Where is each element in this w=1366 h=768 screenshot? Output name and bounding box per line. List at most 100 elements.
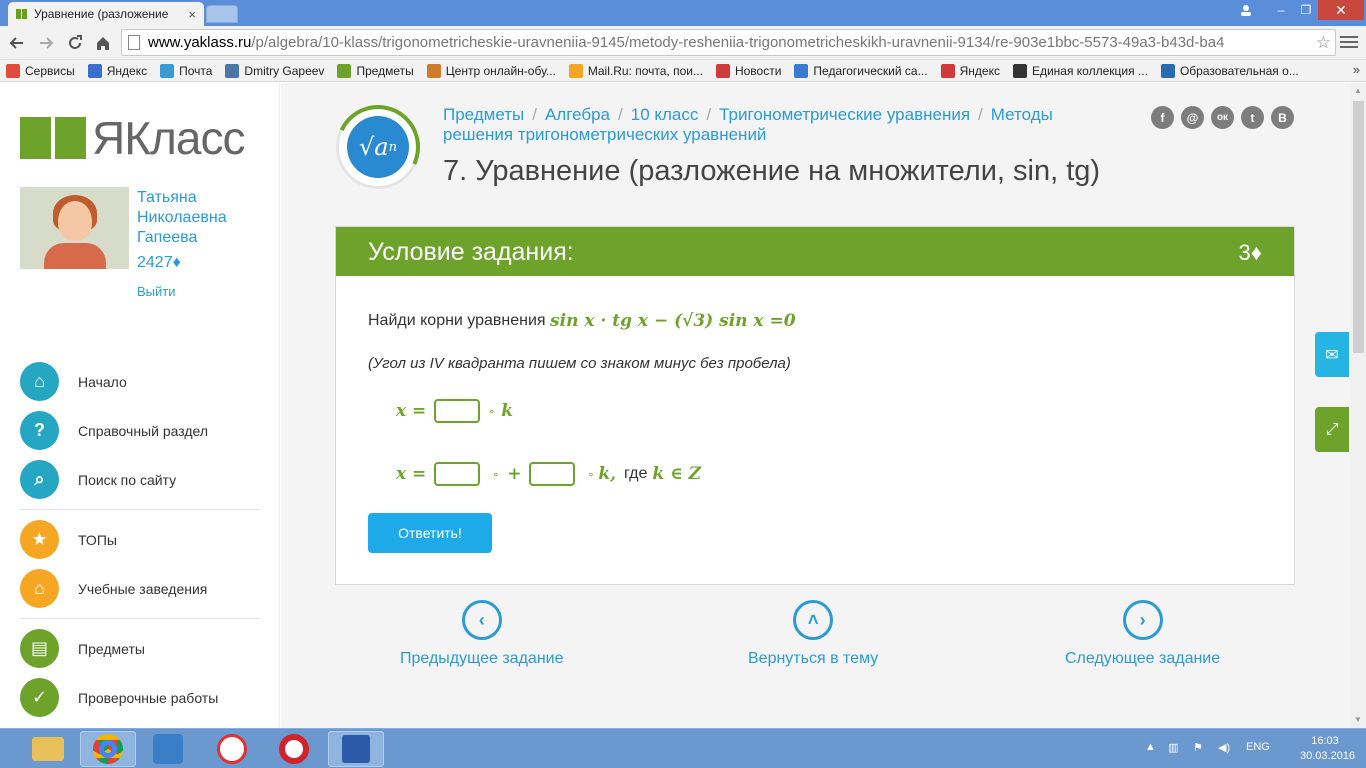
system-clock[interactable]: 16:03 30.03.2016 (1300, 734, 1355, 764)
next-task-link[interactable]: › Следующее задание (1065, 600, 1220, 668)
bookmark-label: Педагогический са... (813, 63, 928, 78)
sidebar-item-home[interactable]: ⌂ Начало (20, 362, 127, 401)
bookmark-item[interactable]: Педагогический са... (794, 63, 928, 78)
back-to-topic-link[interactable]: ˄ Вернуться в тему (748, 600, 878, 668)
logout-link[interactable]: Выйти (137, 284, 176, 299)
bookmark-label: Яндекс (106, 63, 148, 78)
sound-taskbar-button[interactable] (140, 731, 196, 767)
previous-task-link[interactable]: ‹ Предыдущее задание (400, 600, 563, 668)
vk-icon[interactable]: В (1271, 106, 1294, 129)
task-card: Условие задания: 3♦ Найди корни уравнени… (335, 226, 1295, 585)
breadcrumb-item[interactable]: Алгебра (545, 105, 610, 124)
bookmark-item[interactable]: Яндекс (87, 63, 148, 78)
user-name[interactable]: Татьяна Николаевна Гапеева (137, 188, 257, 248)
url-path: /p/algebra/10-klass/trigonometricheskie-… (251, 34, 1225, 51)
answer-input-3[interactable] (529, 462, 576, 486)
bookmark-label: Почта (179, 63, 213, 78)
sidebar-item-subjects[interactable]: ▤ Предметы (20, 629, 145, 668)
breadcrumb-item[interactable]: Тригонометрические уравнения (719, 105, 970, 124)
bookmark-label: Сервисы (25, 63, 75, 78)
browser-menu-icon[interactable] (1340, 32, 1358, 52)
answer-tail: k (501, 401, 513, 421)
tray-expand-icon[interactable]: ▲ (1145, 741, 1156, 753)
chrome-taskbar-button[interactable] (80, 731, 136, 767)
bookmarks-overflow-icon[interactable]: » (1353, 62, 1360, 77)
bookmark-favicon-icon (160, 63, 175, 78)
explorer-taskbar-button[interactable] (20, 731, 76, 767)
new-tab-button[interactable] (206, 5, 238, 23)
close-window-button[interactable]: ✕ (1318, 0, 1364, 20)
opera-icon (279, 734, 309, 764)
speaker-icon (153, 734, 183, 764)
bookmark-item[interactable]: Новости (715, 63, 781, 78)
sidebar-item-institutions[interactable]: ⌂ Учебные заведения (20, 569, 207, 608)
sidebar-item-tests[interactable]: ✓ Проверочные работы (20, 678, 218, 717)
degree-symbol: ∘ (492, 468, 500, 481)
maximize-button[interactable]: ❐ (1294, 0, 1318, 20)
facebook-icon[interactable]: f (1151, 106, 1174, 129)
breadcrumb-item[interactable]: Предметы (443, 105, 524, 124)
scroll-up-icon[interactable]: ▲ (1354, 86, 1362, 95)
bookmark-item[interactable]: Mail.Ru: почта, пои... (568, 63, 703, 78)
reload-icon[interactable] (64, 32, 86, 54)
bookmark-label: Единая коллекция ... (1031, 63, 1148, 78)
flag-icon[interactable]: ⚑ (1193, 741, 1203, 754)
submit-answer-button[interactable]: Ответить! (368, 513, 492, 553)
scrollbar-thumb[interactable] (1353, 101, 1364, 353)
answer-input-2[interactable] (434, 462, 481, 486)
forward-arrow-icon[interactable] (35, 32, 57, 54)
sidebar-item-search[interactable]: ⌕ Поиск по сайту (20, 460, 176, 499)
bookmark-item[interactable]: Сервисы (6, 63, 75, 78)
fullscreen-tab[interactable]: ⤢ (1315, 407, 1349, 452)
home-icon[interactable] (92, 32, 114, 54)
answer-input-1[interactable] (434, 399, 481, 423)
bookmark-item[interactable]: Центр онлайн-обу... (426, 63, 556, 78)
bookmark-favicon-icon (940, 63, 955, 78)
bookmark-item[interactable]: Образовательная о... (1160, 63, 1299, 78)
clock-time: 16:03 (1311, 735, 1339, 747)
bookmark-favicon-icon (794, 63, 809, 78)
scroll-down-icon[interactable]: ▼ (1354, 715, 1362, 724)
bookmark-favicon-icon (715, 63, 730, 78)
odnoklassniki-icon[interactable]: ок (1211, 106, 1234, 129)
browser-titlebar: Уравнение (разложение × – ❐ ✕ (0, 0, 1366, 26)
breadcrumb-item[interactable]: 10 класс (631, 105, 699, 124)
bookmark-item[interactable]: Единая коллекция ... (1012, 63, 1148, 78)
address-bar[interactable]: www.yaklass.ru/p/algebra/10-klass/trigon… (121, 29, 1336, 56)
network-icon[interactable]: ▥ (1168, 741, 1178, 754)
sidebar-item-help[interactable]: ? Справочный раздел (20, 411, 208, 450)
yandex-browser-taskbar-button[interactable] (204, 731, 260, 767)
bookmark-favicon-icon (225, 63, 240, 78)
avatar[interactable] (20, 187, 129, 269)
tab-title: Уравнение (разложение (34, 7, 169, 21)
chevron-left-icon: ‹ (461, 600, 502, 640)
tab-close-icon[interactable]: × (188, 7, 196, 22)
minimize-button[interactable]: – (1268, 0, 1294, 20)
browser-tab[interactable]: Уравнение (разложение × (8, 2, 204, 26)
sidebar-item-tops[interactable]: ★ ТОПы (20, 520, 117, 559)
bookmark-item[interactable]: Предметы (337, 63, 414, 78)
language-indicator[interactable]: ENG (1246, 741, 1270, 753)
chrome-icon (93, 734, 123, 764)
back-arrow-icon[interactable] (6, 32, 28, 54)
mailru-icon[interactable]: @ (1181, 106, 1204, 129)
answer-lhs: x = (396, 464, 427, 484)
opera-taskbar-button[interactable] (266, 731, 322, 767)
volume-icon[interactable]: ◀) (1218, 741, 1230, 754)
logo-text: ЯКласс (92, 112, 245, 164)
twitter-icon[interactable]: t (1241, 106, 1264, 129)
user-profile-icon[interactable] (1234, 0, 1258, 20)
word-taskbar-button[interactable] (328, 731, 384, 767)
bookmark-star-icon[interactable]: ☆ (1311, 33, 1331, 53)
bookmark-item[interactable]: Яндекс (940, 63, 1000, 78)
integer-condition: k ∈ Z (652, 464, 702, 484)
bookmark-item[interactable]: Почта (160, 63, 213, 78)
yaklass-logo[interactable]: ЯКласс (20, 111, 245, 165)
book-logo-icon (20, 115, 86, 161)
page-scrollbar[interactable]: ▲ ▼ (1351, 83, 1366, 728)
url-host: www.yaklass.ru (148, 34, 252, 51)
browser-toolbar: www.yaklass.ru/p/algebra/10-klass/trigon… (0, 26, 1366, 60)
institution-icon: ⌂ (20, 569, 59, 608)
bookmark-item[interactable]: Dmitry Gapeev (225, 63, 324, 78)
feedback-mail-tab[interactable]: ✉ (1315, 332, 1349, 377)
